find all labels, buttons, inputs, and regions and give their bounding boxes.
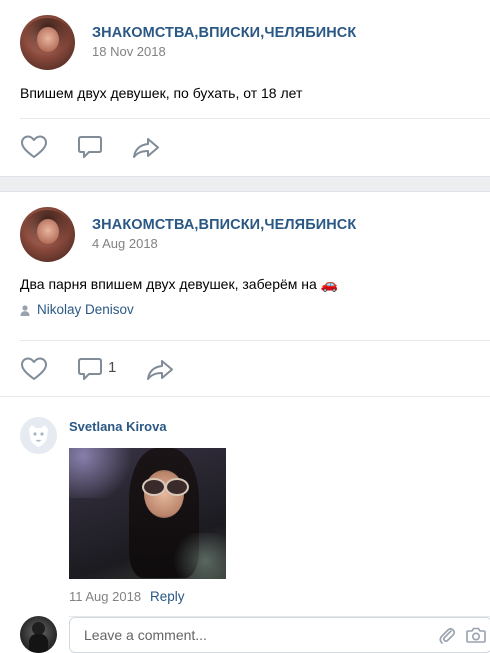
current-user-avatar[interactable] [20, 616, 57, 653]
comment-bubble-icon [78, 358, 102, 380]
post-text-body: Два парня впишем двух девушек, заберём н… [20, 276, 317, 292]
group-name-link[interactable]: ЗНАКОМСТВА,ВПИСКИ,ЧЕЛЯБИНСК [92, 217, 356, 233]
post-date[interactable]: 4 Aug 2018 [92, 236, 158, 251]
comment-bubble-icon [78, 136, 102, 158]
like-button[interactable] [20, 134, 48, 160]
group-avatar[interactable] [20, 207, 75, 262]
camera-icon[interactable] [466, 626, 486, 644]
group-avatar[interactable] [20, 15, 75, 70]
share-arrow-icon [133, 138, 159, 158]
comment-count: 1 [108, 359, 117, 376]
paperclip-icon[interactable] [438, 625, 456, 645]
dog-avatar-icon[interactable] [20, 417, 57, 454]
reply-link[interactable]: Reply [150, 589, 185, 604]
comment-button[interactable]: 1 [77, 356, 123, 382]
share-arrow-icon [147, 360, 173, 380]
heart-icon [21, 357, 47, 380]
share-button[interactable] [146, 358, 174, 382]
divider [20, 340, 490, 341]
heart-icon [21, 135, 47, 158]
post-text: Впишем двух девушек, по бухать, от 18 ле… [20, 85, 303, 101]
divider [20, 118, 490, 119]
group-name-link[interactable]: ЗНАКОМСТВА,ВПИСКИ,ЧЕЛЯБИНСК [92, 25, 356, 41]
post-date[interactable]: 18 Nov 2018 [92, 44, 166, 59]
share-button[interactable] [132, 136, 160, 160]
person-icon [20, 305, 30, 316]
post-author-link[interactable]: Nikolay Denisov [37, 302, 134, 317]
post-text: Два парня впишем двух девушек, заберём н… [20, 276, 338, 293]
divider [0, 396, 490, 397]
comment-button[interactable] [77, 134, 103, 160]
comment-input-placeholder: Leave a comment... [84, 627, 207, 643]
comment-date[interactable]: 11 Aug 2018 [69, 589, 141, 604]
comment-input[interactable]: Leave a comment... [69, 617, 490, 653]
feed-separator [0, 176, 490, 192]
car-emoji: 🚗 [320, 276, 339, 292]
comment-author-link[interactable]: Svetlana Kirova [69, 419, 167, 434]
like-button[interactable] [20, 356, 48, 382]
comment-photo[interactable] [69, 448, 226, 579]
